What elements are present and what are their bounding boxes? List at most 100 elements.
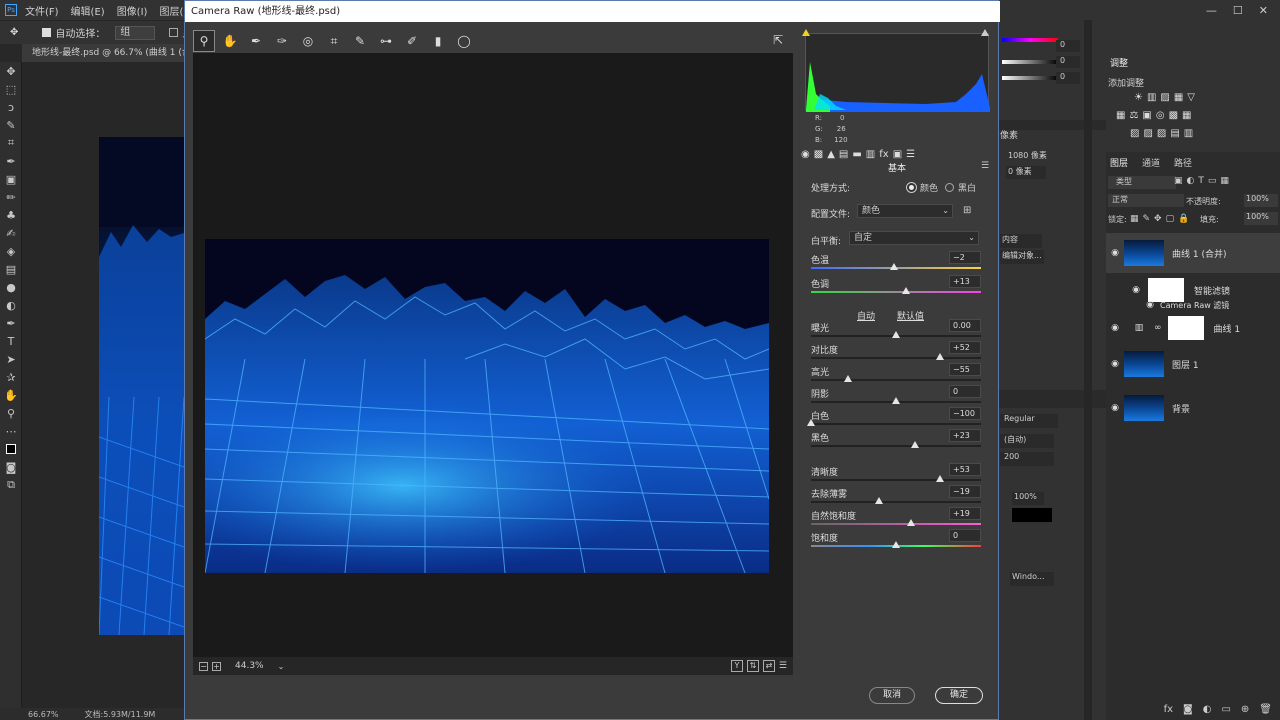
radial-filter-icon[interactable]: ◯ xyxy=(453,30,475,52)
zoom-level[interactable]: 44.3% xyxy=(235,661,264,671)
slider-thumb[interactable] xyxy=(936,475,945,482)
slider-value-field[interactable]: −100 xyxy=(949,407,981,420)
slider-value-field[interactable]: +23 xyxy=(949,429,981,442)
lasso-tool-icon[interactable]: ↄ xyxy=(0,98,22,116)
content-button[interactable]: 内容 xyxy=(1000,234,1042,248)
quick-select-icon[interactable]: ✎ xyxy=(0,116,22,134)
color-radio[interactable]: 颜色 xyxy=(907,181,938,194)
slider-track[interactable] xyxy=(811,501,981,503)
fx-icon[interactable]: fx xyxy=(1164,704,1173,720)
hand-tool-icon[interactable]: ✋ xyxy=(219,30,241,52)
slider-value-field[interactable]: 0 xyxy=(949,385,981,398)
graduated-filter-icon[interactable]: ▮ xyxy=(427,30,449,52)
frame-tool-icon[interactable]: ▣ xyxy=(0,170,22,188)
minimize-icon[interactable]: — xyxy=(1206,4,1217,17)
slider-value-field[interactable]: −19 xyxy=(949,485,981,498)
checkbox-icon[interactable] xyxy=(42,28,52,37)
slider-track[interactable] xyxy=(811,523,981,525)
color-value-1[interactable]: 0 xyxy=(1056,40,1080,52)
swap-icon[interactable]: ⇅ xyxy=(746,660,759,672)
gradient-tool-icon[interactable]: ▤ xyxy=(0,260,22,278)
new-layer-icon[interactable]: ⊕ xyxy=(1241,704,1249,720)
slider-track[interactable] xyxy=(811,291,981,293)
slider-value-field[interactable]: +52 xyxy=(949,341,981,354)
maximize-icon[interactable]: ☐ xyxy=(1233,4,1243,17)
visibility-icon[interactable]: ◉ xyxy=(1106,248,1124,258)
slider-value-field[interactable]: +13 xyxy=(949,275,981,288)
compare-y-icon[interactable]: Y xyxy=(730,660,743,672)
slider-thumb[interactable] xyxy=(936,353,945,360)
layer-row[interactable]: ◉ ▥ ∞ 曲线 1 xyxy=(1106,308,1280,348)
group-select[interactable]: 组 xyxy=(115,25,156,40)
move-tool-icon[interactable]: ✥ xyxy=(0,62,22,80)
slider-thumb[interactable] xyxy=(890,263,899,270)
auto-link[interactable]: 自动 xyxy=(857,309,875,322)
dodge-tool-icon[interactable]: ◐ xyxy=(0,296,22,314)
slider-value-field[interactable]: +53 xyxy=(949,463,981,476)
edit-object-button[interactable]: 编辑对象... xyxy=(1000,250,1044,264)
slider-thumb[interactable] xyxy=(907,519,916,526)
preview-settings-icon[interactable]: ☰ xyxy=(779,661,787,671)
slider-thumb[interactable] xyxy=(902,287,911,294)
cancel-button[interactable]: 取消 xyxy=(869,687,915,704)
path-select-icon[interactable]: ➤ xyxy=(0,350,22,368)
slider-value-field[interactable]: 0.00 xyxy=(949,319,981,332)
slider-thumb[interactable] xyxy=(910,441,919,448)
zoom-tool-icon[interactable]: ⚲ xyxy=(193,30,215,52)
ok-button[interactable]: 确定 xyxy=(935,687,983,704)
slider-value-field[interactable]: +19 xyxy=(949,507,981,520)
anti-alias-select[interactable]: Windo... xyxy=(1010,572,1054,586)
menu-image[interactable]: 图像(I) xyxy=(117,3,148,18)
trash-icon[interactable]: 🗑 xyxy=(1259,704,1272,720)
size-height[interactable]: 0 像素 xyxy=(1006,166,1046,179)
visibility-icon[interactable]: ◉ xyxy=(1106,323,1124,333)
layer-row[interactable]: ◉ 背景 xyxy=(1106,388,1280,428)
visibility-icon[interactable]: ◉ xyxy=(1106,359,1124,369)
screen-mode-icon[interactable]: ⧉ xyxy=(0,476,22,494)
menu-file[interactable]: 文件(F) xyxy=(25,3,59,18)
color-value-2[interactable]: 0 xyxy=(1056,56,1080,68)
zoom-in-button[interactable]: + xyxy=(212,661,221,671)
profile-browser-icon[interactable]: ⊞ xyxy=(963,205,971,216)
zoom-dropdown-icon[interactable]: ⌄ xyxy=(278,662,285,671)
menu-edit[interactable]: 编辑(E) xyxy=(71,3,105,18)
slider-value-field[interactable]: 0 xyxy=(949,529,981,542)
eraser-tool-icon[interactable]: ◈ xyxy=(0,242,22,260)
quick-mask-icon[interactable]: ◙ xyxy=(0,458,22,476)
blend-mode-select[interactable]: 正常 xyxy=(1108,194,1184,207)
color-slider-3[interactable] xyxy=(1002,76,1058,80)
slider-track[interactable] xyxy=(811,445,981,447)
slider-track[interactable] xyxy=(811,357,981,359)
slider-thumb[interactable] xyxy=(844,375,853,382)
zoom-tool-icon[interactable]: ⚲ xyxy=(0,404,22,422)
close-icon[interactable]: ✕ xyxy=(1259,4,1268,17)
group-icon[interactable]: ▭ xyxy=(1221,704,1230,720)
mask-icon[interactable]: ◙ xyxy=(1183,704,1193,720)
slider-value-field[interactable]: −55 xyxy=(949,363,981,376)
color-sampler-icon[interactable]: ✑ xyxy=(271,30,293,52)
shadow-clip-icon[interactable] xyxy=(802,29,810,36)
hand-tool-icon[interactable]: ✋ xyxy=(0,386,22,404)
more-tools-icon[interactable]: ⋯ xyxy=(0,422,22,440)
white-balance-tool-icon[interactable]: ✒ xyxy=(245,30,267,52)
blur-tool-icon[interactable]: ● xyxy=(0,278,22,296)
history-brush-icon[interactable]: ✍ xyxy=(0,224,22,242)
layer-filter-icons[interactable]: ▣◐T▭▦ xyxy=(1174,176,1233,186)
slider-thumb[interactable] xyxy=(892,331,900,338)
slider-value-field[interactable]: −2 xyxy=(949,251,981,264)
copy-settings-icon[interactable]: ⇄ xyxy=(762,660,775,672)
marquee-tool-icon[interactable]: ⬚ xyxy=(0,80,22,98)
move-tool-icon[interactable]: ✥ xyxy=(10,27,18,38)
wb-select[interactable]: 自定 ⌄ xyxy=(849,231,979,245)
shape-tool-icon[interactable]: ✰ xyxy=(0,368,22,386)
slider-thumb[interactable] xyxy=(892,397,900,404)
layer-kind-filter[interactable]: 类型 xyxy=(1108,176,1176,189)
slider-track[interactable] xyxy=(811,379,981,381)
highlight-clip-icon[interactable] xyxy=(981,29,989,36)
scale-field[interactable]: 100% xyxy=(1012,492,1044,505)
visibility-icon[interactable]: ◉ xyxy=(1106,285,1140,295)
color-value-3[interactable]: 0 xyxy=(1056,72,1080,84)
slider-thumb[interactable] xyxy=(892,541,900,548)
color-slider-1[interactable] xyxy=(1002,38,1058,42)
adjustment-icons-row1[interactable]: ☀▥▨▦▽ xyxy=(1134,92,1199,103)
